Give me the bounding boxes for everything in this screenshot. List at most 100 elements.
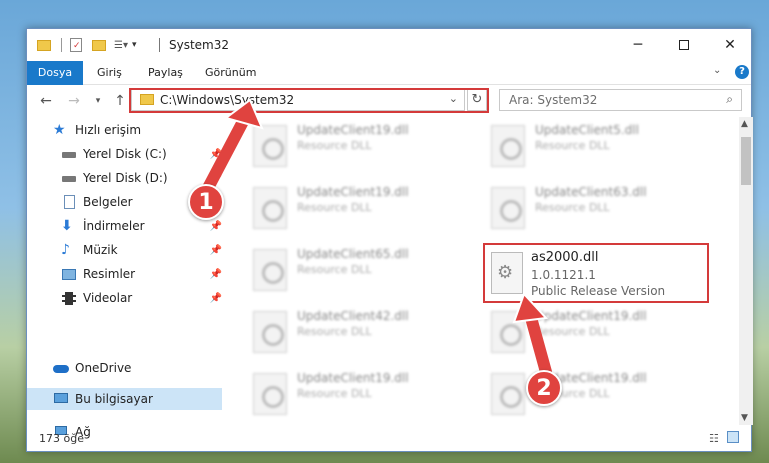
pictures-icon: [61, 266, 77, 282]
tab-view[interactable]: Görünüm: [205, 61, 256, 85]
step-marker-2: 2: [526, 370, 562, 406]
file-item[interactable]: UpdateClient19.dll Resource DLL: [245, 117, 475, 175]
sidebar-item-drive-c[interactable]: Yerel Disk (C:) 📌: [27, 143, 222, 165]
pin-icon[interactable]: 📌: [210, 149, 222, 160]
computer-icon: [53, 391, 69, 407]
file-item[interactable]: UpdateClient65.dll Resource DLL: [245, 241, 475, 299]
sidebar-item-label: Müzik: [83, 243, 118, 257]
sidebar-item-label: Resimler: [83, 267, 136, 281]
quick-access-toolbar: ✓ ☰▾ ▾: [37, 37, 137, 53]
cloud-icon: [53, 360, 69, 376]
drive-icon: [61, 170, 77, 186]
tab-file[interactable]: Dosya: [27, 61, 83, 85]
divider: [159, 38, 160, 52]
sidebar-item-pictures[interactable]: Resimler 📌: [27, 263, 222, 285]
large-icons-view-icon[interactable]: [727, 431, 739, 443]
sidebar-item-label: Belgeler: [83, 195, 133, 209]
star-icon: ★: [53, 122, 66, 138]
dll-file-icon: [253, 311, 287, 353]
sidebar-item-drive-d[interactable]: Yerel Disk (D:) 📌: [27, 167, 222, 189]
vertical-scrollbar[interactable]: ▲ ▼: [739, 117, 753, 425]
forward-button[interactable]: →: [65, 92, 83, 110]
file-name: UpdateClient65.dll: [297, 247, 409, 261]
pin-icon[interactable]: 📌: [210, 221, 222, 232]
dll-file-icon: [253, 249, 287, 291]
file-description: Resource DLL: [297, 201, 372, 214]
pin-icon[interactable]: 📌: [210, 269, 222, 280]
dll-file-icon: [491, 373, 525, 415]
explorer-window: ✓ ☰▾ ▾ System32 ─ ✕ Dosya Giriş Paylaş G…: [26, 28, 753, 452]
file-description: Resource DLL: [297, 325, 372, 338]
tab-home[interactable]: Giriş: [97, 61, 122, 85]
folder-icon[interactable]: [37, 39, 51, 51]
new-folder-icon[interactable]: [92, 39, 106, 51]
file-name: UpdateClient19.dll: [297, 123, 409, 137]
file-description: Resource DLL: [297, 263, 372, 276]
file-description: Resource DLL: [297, 139, 372, 152]
file-name: as2000.dll: [531, 250, 599, 265]
sidebar-item-downloads[interactable]: ⬇ İndirmeler 📌: [27, 215, 222, 237]
download-icon: ⬇: [61, 218, 73, 234]
minimize-button[interactable]: ─: [615, 29, 661, 61]
maximize-button[interactable]: [661, 29, 707, 61]
file-item[interactable]: UpdateClient42.dll Resource DLL: [245, 303, 475, 361]
file-name: UpdateClient19.dll: [535, 309, 647, 323]
videos-icon: [61, 290, 77, 306]
sidebar-item-music[interactable]: ♪ Müzik 📌: [27, 239, 222, 261]
maximize-icon: [679, 40, 689, 50]
scrollbar-thumb[interactable]: [741, 137, 751, 185]
help-icon[interactable]: ?: [735, 65, 749, 79]
tab-share[interactable]: Paylaş: [148, 61, 183, 85]
file-description: Resource DLL: [535, 139, 610, 152]
step-marker-1: 1: [188, 184, 224, 220]
window-title: System32: [169, 38, 230, 52]
music-icon: ♪: [61, 242, 70, 258]
sidebar-item-label: Hızlı erişim: [75, 123, 142, 137]
back-button[interactable]: ←: [37, 92, 55, 110]
chevron-down-icon[interactable]: ▾: [132, 40, 137, 50]
file-item[interactable]: UpdateClient5.dll Resource DLL: [483, 117, 713, 175]
properties-icon[interactable]: ✓: [70, 38, 82, 52]
search-placeholder: Ara: System32: [509, 93, 598, 107]
sidebar-item-label: Videolar: [83, 291, 133, 305]
up-button[interactable]: ↑: [111, 92, 129, 110]
title-bar: ✓ ☰▾ ▾ System32 ─ ✕: [27, 29, 751, 61]
close-button[interactable]: ✕: [707, 29, 753, 61]
drive-icon: [61, 146, 77, 162]
search-icon: ⌕: [726, 92, 733, 106]
details-view-icon[interactable]: ☷: [709, 432, 719, 445]
navigation-bar: ← → ▾ ↑ C:\Windows\System32 ⌄ ↻ Ara: Sys…: [27, 86, 751, 116]
file-description: Resource DLL: [297, 387, 372, 400]
pin-icon[interactable]: 📌: [210, 173, 222, 184]
file-name: UpdateClient5.dll: [535, 123, 639, 137]
pin-icon[interactable]: 📌: [210, 293, 222, 304]
file-item[interactable]: UpdateClient63.dll Resource DLL: [483, 179, 713, 237]
navigation-pane: ★ Hızlı erişim Yerel Disk (C:) 📌 Yerel D…: [27, 117, 222, 439]
file-item[interactable]: UpdateClient19.dll Resource DLL: [483, 303, 713, 361]
customize-icon[interactable]: ☰▾: [114, 40, 128, 51]
file-item[interactable]: UpdateClient19.dll Resource DLL: [245, 179, 475, 237]
file-version: 1.0.1121.1: [531, 268, 596, 282]
file-description: Resource DLL: [535, 201, 610, 214]
scroll-up-icon[interactable]: ▲: [741, 119, 748, 129]
file-description: Resource DLL: [535, 325, 610, 338]
dll-file-icon: [253, 187, 287, 229]
sidebar-item-videos[interactable]: Videolar 📌: [27, 287, 222, 309]
highlighted-file-item[interactable]: ⚙ as2000.dll 1.0.1121.1 Public Release V…: [483, 243, 709, 303]
sidebar-item-this-pc[interactable]: Bu bilgisayar: [27, 388, 222, 410]
dll-file-icon: [491, 187, 525, 229]
file-name: UpdateClient19.dll: [297, 185, 409, 199]
expand-ribbon-icon[interactable]: ⌄: [713, 65, 721, 76]
recent-locations-button[interactable]: ▾: [89, 92, 107, 110]
status-bar: 173 öğe ☷: [27, 427, 751, 451]
address-highlight-box: [129, 88, 489, 113]
sidebar-item-onedrive[interactable]: OneDrive: [27, 357, 222, 379]
file-item[interactable]: UpdateClient19.dll Resource DLL: [483, 365, 713, 423]
file-item[interactable]: UpdateClient19.dll Resource DLL: [245, 365, 475, 423]
sidebar-item-quick-access[interactable]: ★ Hızlı erişim: [27, 119, 222, 141]
scroll-down-icon[interactable]: ▼: [741, 413, 748, 423]
search-input[interactable]: Ara: System32 ⌕: [499, 89, 742, 111]
sidebar-item-label: İndirmeler: [83, 219, 145, 233]
file-description: Public Release Version: [531, 284, 666, 298]
pin-icon[interactable]: 📌: [210, 245, 222, 256]
